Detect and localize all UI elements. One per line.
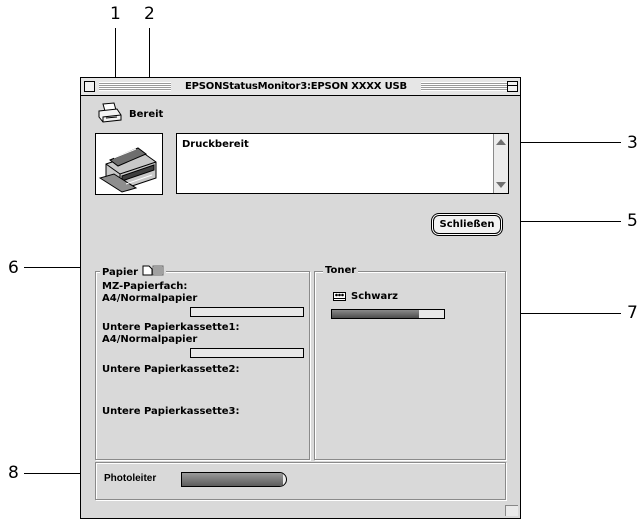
toner-level-bar	[331, 309, 445, 319]
close-button[interactable]: Schließen	[433, 215, 501, 234]
paper-source-name: MZ-Papierfach:	[102, 281, 188, 292]
scroll-up-arrow-icon[interactable]	[496, 139, 506, 145]
status-message-box: Druckbereit	[176, 133, 509, 194]
toner-group: Toner Schwarz	[314, 265, 506, 460]
photoconductor-level-bar	[181, 472, 287, 487]
resize-handle-icon[interactable]	[505, 505, 518, 516]
paper-source-name: Untere Papierkassette2:	[102, 364, 240, 375]
printer-image	[95, 133, 163, 195]
toner-cartridge-icon	[333, 292, 346, 301]
paper-group: Papier MZ-Papierfach: A4/Normalpapier Un…	[95, 265, 310, 460]
paper-title-label: Papier	[102, 267, 139, 278]
callout-line-1	[115, 28, 116, 80]
callout-number-5: 5	[627, 211, 638, 231]
callout-number-8: 8	[8, 463, 19, 483]
paper-icon	[142, 265, 164, 276]
toner-group-title: Toner	[323, 265, 359, 277]
toner-color-label: Schwarz	[351, 291, 398, 302]
paper-level-bar	[190, 348, 304, 358]
callout-number-7: 7	[627, 303, 638, 323]
paper-source-name: Untere Papierkassette3:	[102, 406, 240, 417]
toner-level-fill	[332, 310, 420, 318]
paper-source-media: A4/Normalpapier	[102, 334, 198, 345]
paper-source-media: A4/Normalpapier	[102, 293, 198, 304]
callout-number-1: 1	[110, 4, 121, 24]
printer-icon	[98, 102, 122, 123]
title-bar[interactable]: EPSONStatusMonitor3:EPSON XXXX USB	[81, 78, 520, 96]
photoconductor-label: Photoleiter	[104, 473, 157, 484]
callout-number-3: 3	[627, 133, 638, 153]
photoconductor-group: Photoleiter	[95, 462, 506, 500]
callout-number-6: 6	[8, 258, 19, 278]
paper-source-name: Untere Papierkassette1:	[102, 322, 240, 333]
paper-level-bar	[190, 307, 304, 317]
status-label: Bereit	[129, 109, 164, 120]
photoconductor-level-fill	[182, 473, 283, 486]
status-monitor-window: EPSONStatusMonitor3:EPSON XXXX USB Berei…	[80, 77, 521, 519]
scroll-down-arrow-icon[interactable]	[496, 182, 506, 188]
collapse-box-icon[interactable]	[507, 81, 518, 92]
status-message: Druckbereit	[182, 139, 249, 150]
printer-illustration	[98, 147, 157, 193]
callout-number-2: 2	[144, 4, 155, 24]
window-title: EPSONStatusMonitor3:EPSON XXXX USB	[171, 79, 421, 94]
message-scrollbar[interactable]	[493, 134, 508, 193]
close-box-icon[interactable]	[84, 81, 95, 92]
paper-group-title: Papier	[100, 265, 166, 279]
